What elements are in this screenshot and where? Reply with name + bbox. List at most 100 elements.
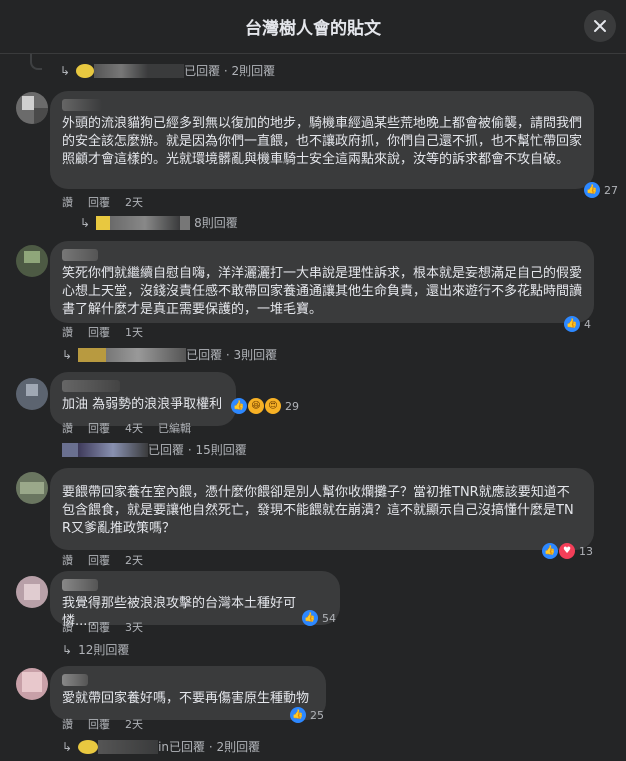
replier-name-blurred [110, 215, 181, 230]
comment-actions: 讚 回覆 1天 [62, 324, 143, 340]
close-button[interactable] [584, 10, 616, 42]
thread-connector [30, 54, 42, 70]
replier-avatar [96, 215, 111, 230]
reply-arrow-icon: ↳ [60, 63, 71, 78]
like-reaction-icon: 👍 [290, 707, 306, 723]
like-button[interactable]: 讚 [62, 194, 73, 210]
comments-list[interactable]: ↳ 已回覆 · 2則回覆 外頭的流浪貓狗已經多到無以復加的地步，騎機車經過某些荒… [0, 54, 626, 761]
reaction-summary[interactable]: 👍 😆 😍 29 [231, 398, 299, 414]
like-reaction-icon: 👍 [542, 543, 558, 559]
replier-name-blurred [94, 63, 185, 78]
dialog-header: 台灣樹人會的貼文 [0, 0, 626, 54]
view-replies-link[interactable]: ↳ 已回覆 · 3則回覆 [62, 346, 277, 363]
comment-bubble: 外頭的流浪貓狗已經多到無以復加的地步，騎機車經過某些荒地晚上都會被偷襲，請問我們… [50, 91, 594, 189]
reaction-summary[interactable]: 👍 4 [564, 316, 591, 332]
haha-reaction-icon: 😆 [248, 398, 264, 414]
author-name-blurred[interactable] [62, 249, 98, 261]
comment-text: 笑死你們就繼續自慰自嗨，洋洋灑灑打一大串說是理性訴求，根本就是妄想滿足自己的假愛… [62, 266, 583, 317]
like-button[interactable]: 讚 [62, 552, 73, 568]
comment-actions: 讚 回覆 4天 已編輯 [62, 420, 191, 436]
replies-count: 12則回覆 [78, 643, 130, 657]
like-button[interactable]: 讚 [62, 619, 73, 635]
like-button[interactable]: 讚 [62, 324, 73, 340]
avatar[interactable] [16, 576, 48, 608]
comment-bubble: 加油 為弱勢的浪浪爭取權利 [50, 372, 236, 426]
reply-button[interactable]: 回覆 [88, 716, 110, 732]
reaction-count: 25 [310, 708, 324, 722]
replier-avatar [62, 442, 78, 457]
edited-label: 已編輯 [158, 422, 191, 435]
like-reaction-icon: 👍 [302, 610, 318, 626]
replier-name-blurred [78, 442, 148, 457]
like-reaction-icon: 👍 [584, 182, 600, 198]
comment-time: 3天 [125, 621, 143, 634]
close-icon [594, 20, 606, 32]
reply-arrow-icon: ↳ [62, 739, 73, 754]
reaction-count: 13 [579, 544, 593, 558]
like-button[interactable]: 讚 [62, 420, 73, 436]
comment-text: 要餵帶回家養在室內餵，憑什麼你餵卻是別人幫你收爛攤子？當初推TNR就應該要知道不… [62, 485, 574, 536]
reply-button[interactable]: 回覆 [88, 324, 110, 340]
comment-actions: 讚 回覆 2天 [62, 552, 143, 568]
comment-text: 愛就帶回家養好嗎，不要再傷害原生種動物 [62, 691, 310, 706]
view-replies-link[interactable]: 已回覆 · 15則回覆 [62, 441, 247, 458]
reply-button[interactable]: 回覆 [88, 194, 110, 210]
replier-avatar [78, 739, 99, 754]
reply-arrow-icon: ↳ [62, 642, 73, 657]
view-replies-link[interactable]: ↳ 8則回覆 [80, 214, 238, 231]
view-replies-link[interactable]: ↳ in已回覆 · 2則回覆 [62, 738, 260, 755]
comment-time: 2天 [125, 196, 143, 209]
replier-name-blurred [98, 739, 159, 754]
haha-reaction-icon: 😍 [265, 398, 281, 414]
reaction-count: 27 [604, 183, 618, 197]
view-replies-link[interactable]: ↳ 12則回覆 [62, 641, 129, 658]
comment-bubble: 要餵帶回家養在室內餵，憑什麼你餵卻是別人幫你收爛攤子？當初推TNR就應該要知道不… [50, 468, 594, 550]
author-name-blurred[interactable] [62, 674, 88, 686]
avatar[interactable] [16, 92, 48, 124]
comment-actions: 讚 回覆 2天 [62, 194, 143, 210]
comment-actions: 讚 回覆 3天 [62, 619, 143, 635]
comment-text: 加油 為弱勢的浪浪爭取權利 [62, 397, 223, 412]
reaction-count: 29 [285, 399, 299, 413]
like-reaction-icon: 👍 [231, 398, 247, 414]
reply-button[interactable]: 回覆 [88, 552, 110, 568]
like-reaction-icon: 👍 [564, 316, 580, 332]
comment-text: 外頭的流浪貓狗已經多到無以復加的地步，騎機車經過某些荒地晚上都會被偷襲，請問我們… [62, 116, 583, 167]
avatar[interactable] [16, 472, 48, 504]
replier-avatar [78, 347, 107, 362]
like-button[interactable]: 讚 [62, 716, 73, 732]
replier-name-blurred [106, 347, 187, 362]
reaction-summary[interactable]: 👍 ♥ 13 [542, 543, 593, 559]
avatar[interactable] [16, 668, 48, 700]
comment-bubble: 愛就帶回家養好嗎，不要再傷害原生種動物 [50, 666, 326, 720]
author-name-blurred[interactable] [62, 99, 102, 111]
comment-time: 1天 [125, 326, 143, 339]
replies-count: 已回覆 · 3則回覆 [186, 348, 278, 362]
post-comments-dialog: 台灣樹人會的貼文 ↳ 已回覆 · 2則回覆 外頭的流浪貓狗已經多到無以復加的地步… [0, 0, 626, 761]
reply-button[interactable]: 回覆 [88, 420, 110, 436]
reaction-summary[interactable]: 👍 54 [302, 610, 336, 626]
comment-bubble: 我覺得那些被浪浪攻擊的台灣本土種好可憐..... [50, 571, 340, 629]
replies-count: 8則回覆 [194, 216, 238, 230]
comment-bubble: 笑死你們就繼續自慰自嗨，洋洋灑灑打一大串說是理性訴求，根本就是妄想滿足自己的假愛… [50, 241, 594, 323]
view-replies-link[interactable]: ↳ 已回覆 · 2則回覆 [60, 62, 275, 79]
reaction-count: 4 [584, 317, 591, 331]
avatar[interactable] [16, 245, 48, 277]
avatar[interactable] [16, 378, 48, 410]
replier-avatar [76, 63, 95, 78]
reaction-summary[interactable]: 👍 25 [290, 707, 324, 723]
reaction-summary[interactable]: 👍 27 [584, 182, 618, 198]
reply-button[interactable]: 回覆 [88, 619, 110, 635]
dialog-title: 台灣樹人會的貼文 [245, 19, 381, 39]
love-reaction-icon: ♥ [559, 543, 575, 559]
replies-count: in已回覆 · 2則回覆 [158, 740, 261, 754]
comment-time: 2天 [125, 554, 143, 567]
reaction-count: 54 [322, 611, 336, 625]
author-name-blurred[interactable] [62, 380, 120, 392]
comment-time: 2天 [125, 718, 143, 731]
replies-count: 已回覆 · 15則回覆 [148, 443, 247, 457]
comment-time: 4天 [125, 422, 143, 435]
reply-arrow-icon: ↳ [62, 347, 73, 362]
reply-arrow-icon: ↳ [80, 215, 91, 230]
author-name-blurred[interactable] [62, 579, 98, 591]
